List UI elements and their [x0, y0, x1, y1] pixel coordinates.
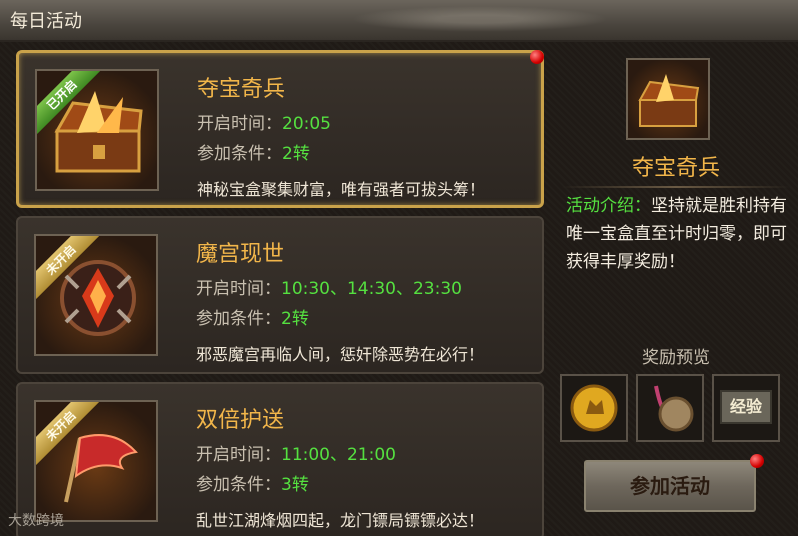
reward-slot-medal[interactable] — [636, 374, 704, 442]
detail-intro: 活动介绍：坚持就是胜利持有唯一宝盒直至计时归零，即可获得丰厚奖励！ — [566, 192, 788, 276]
condition-value: 3转 — [281, 475, 309, 495]
notification-dot — [530, 50, 544, 64]
reward-slot-gold-coin[interactable] — [560, 374, 628, 442]
experience-icon: 经验 — [720, 390, 772, 424]
condition-row: 参加条件：2转 — [197, 139, 310, 164]
open-time-value: 20:05 — [282, 114, 331, 134]
condition-value: 2转 — [282, 144, 310, 164]
open-time-label: 开启时间： — [197, 114, 282, 134]
open-time-row: 开启时间：20:05 — [197, 109, 331, 134]
condition-value: 2转 — [281, 309, 309, 329]
condition-row: 参加条件：3转 — [196, 470, 309, 495]
divider — [562, 186, 790, 188]
window-title: 每日活动 — [10, 11, 82, 32]
intro-label: 活动介绍： — [566, 196, 651, 216]
condition-row: 参加条件：2转 — [196, 304, 309, 329]
watermark: 大数跨境 — [8, 513, 64, 529]
activity-card-mogong[interactable]: 未开启 魔宫现世 开启时间：10:30、14:30、23:30 参加条件：2转 … — [16, 216, 544, 374]
condition-label: 参加条件： — [196, 309, 281, 329]
activity-list[interactable]: 已开启 夺宝奇兵 开启时间：20:05 参加条件：2转 神秘宝盒聚集财富，唯有强… — [8, 44, 556, 536]
demon-palace-icon: 未开启 — [34, 234, 158, 356]
open-time-label: 开启时间： — [196, 279, 281, 299]
open-time-value: 11:00、21:00 — [281, 445, 396, 465]
activity-card-shuangbei[interactable]: 未开启 双倍护送 开启时间：11:00、21:00 参加条件：3转 乱世江湖烽烟… — [16, 382, 544, 536]
treasure-chest-icon — [626, 58, 710, 140]
activity-window: 每日活动 已开启 夺宝奇兵 开启时间：20:05 参加条件：2转 神秘宝盒聚集财… — [0, 0, 798, 536]
notification-dot — [750, 454, 764, 468]
treasure-chest-icon: 已开启 — [35, 69, 159, 191]
activity-name: 双倍护送 — [196, 408, 285, 433]
activity-description: 乱世江湖烽烟四起，龙门镖局镖镖必达！ — [196, 511, 485, 530]
open-time-label: 开启时间： — [196, 445, 281, 465]
activity-description: 神秘宝盒聚集财富，唯有强者可拔头筹！ — [197, 180, 486, 199]
open-time-row: 开启时间：11:00、21:00 — [196, 440, 396, 465]
open-time-value: 10:30、14:30、23:30 — [281, 279, 462, 299]
condition-label: 参加条件： — [197, 144, 282, 164]
gold-dog-coin-icon — [570, 384, 618, 432]
activity-detail-panel: 夺宝奇兵 活动介绍：坚持就是胜利持有唯一宝盒直至计时归零，即可获得丰厚奖励！ 奖… — [556, 44, 796, 536]
open-time-row: 开启时间：10:30、14:30、23:30 — [196, 274, 462, 299]
title-ornament — [330, 4, 630, 34]
bronze-medal-icon — [654, 385, 694, 432]
flag-icon: 未开启 — [34, 400, 158, 522]
experience-label: 经验 — [729, 397, 762, 416]
activity-name: 夺宝奇兵 — [197, 77, 286, 102]
condition-label: 参加条件： — [196, 475, 281, 495]
activity-card-duobao[interactable]: 已开启 夺宝奇兵 开启时间：20:05 参加条件：2转 神秘宝盒聚集财富，唯有强… — [16, 50, 544, 208]
activity-description: 邪恶魔宫再临人间，惩奸除恶势在必行！ — [196, 345, 485, 364]
title-bar: 每日活动 — [0, 0, 798, 42]
reward-slot-experience[interactable]: 经验 — [712, 374, 780, 442]
reward-preview-title: 奖励预览 — [642, 348, 710, 368]
activity-name: 魔宫现世 — [196, 242, 285, 267]
detail-title: 夺宝奇兵 — [631, 156, 720, 181]
join-activity-button[interactable]: 参加活动 — [584, 460, 756, 512]
